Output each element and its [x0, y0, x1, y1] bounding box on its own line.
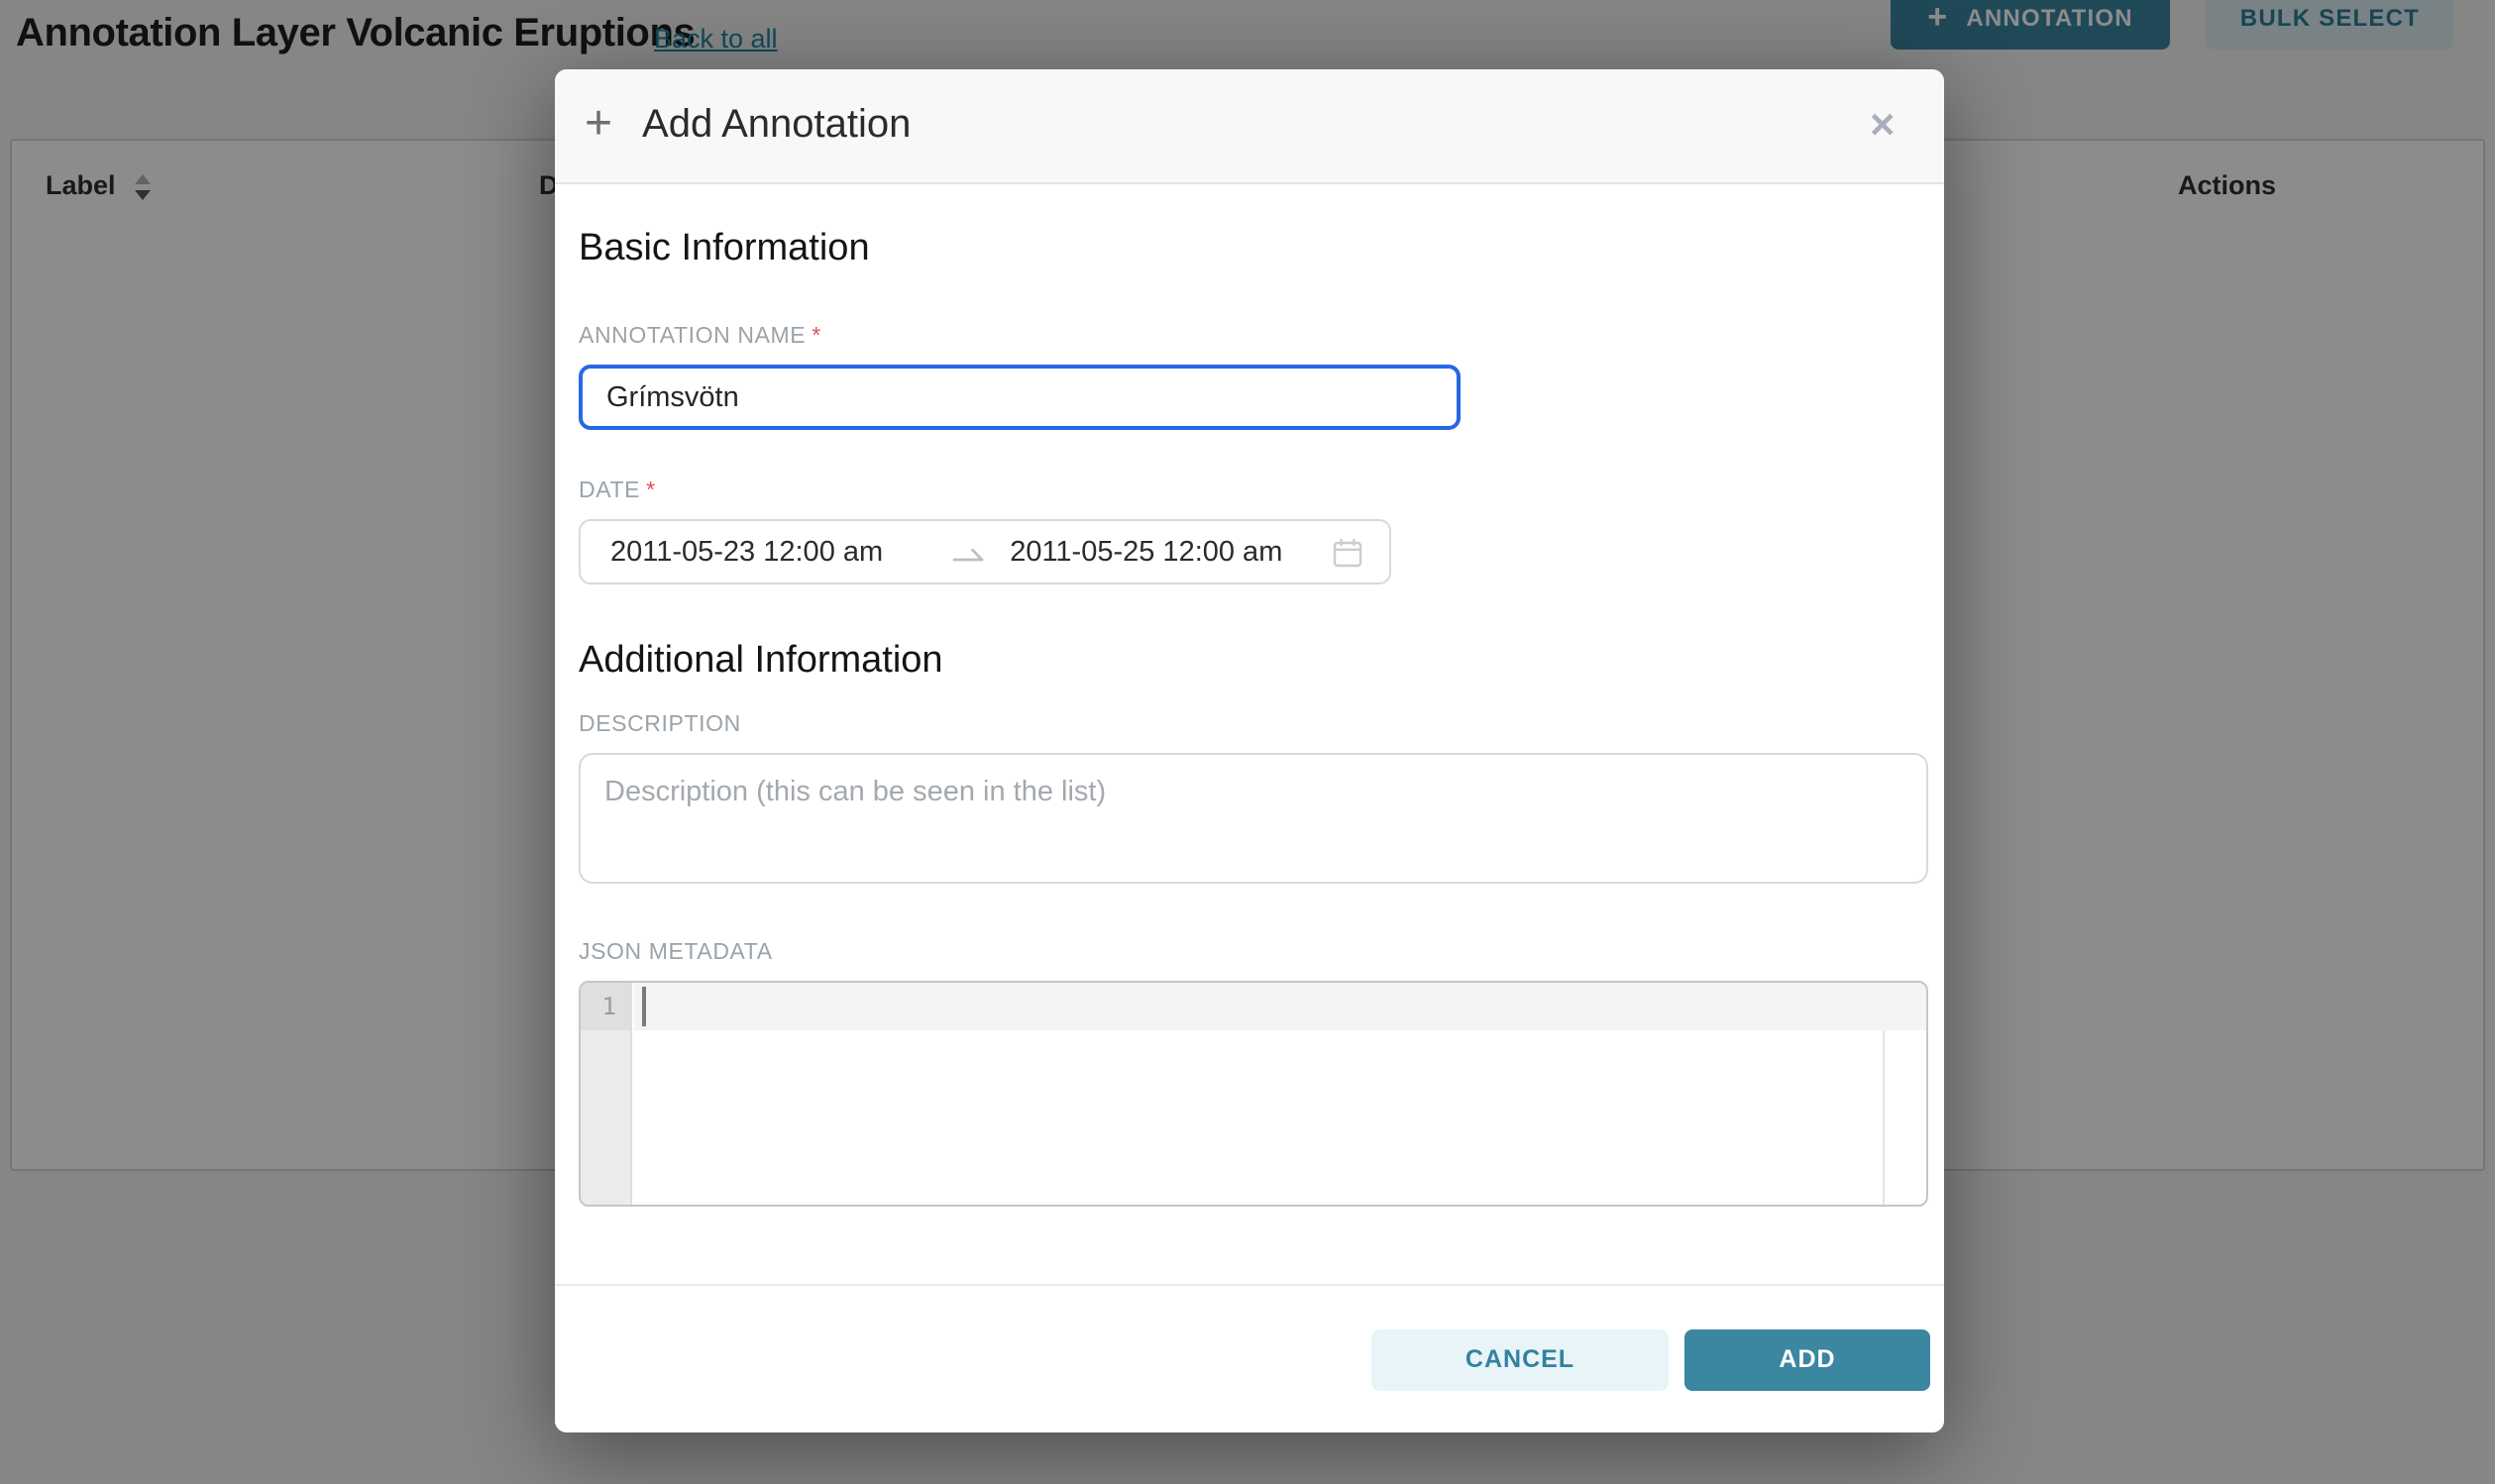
basic-information-heading: Basic Information: [579, 224, 1928, 275]
required-marker: *: [646, 479, 656, 503]
editor-active-line: [634, 983, 1926, 1030]
add-annotation-modal: + Add Annotation ✕ Basic Information ANN…: [555, 69, 1944, 1432]
annotation-name-label-text: ANNOTATION NAME: [579, 325, 806, 349]
arrow-right-icon: [950, 540, 986, 564]
date-range-picker[interactable]: 2011-05-23 12:00 am 2011-05-25 12:00 am: [579, 519, 1391, 584]
modal-title: Add Annotation: [642, 103, 911, 149]
additional-information-heading: Additional Information: [579, 636, 1928, 688]
cancel-button[interactable]: CANCEL: [1371, 1328, 1669, 1390]
date-label: DATE*: [579, 477, 1928, 507]
modal-header: + Add Annotation ✕: [555, 69, 1944, 184]
editor-print-margin: [1883, 1030, 1885, 1205]
annotation-name-label: ANNOTATION NAME*: [579, 323, 1928, 353]
date-end-value: 2011-05-25 12:00 am: [1010, 536, 1282, 568]
date-label-text: DATE: [579, 479, 640, 503]
description-textarea[interactable]: [579, 753, 1928, 884]
modal-body: Basic Information ANNOTATION NAME* DATE*…: [555, 184, 1944, 1284]
json-metadata-label: JSON METADATA: [579, 939, 1928, 969]
calendar-icon: [1332, 536, 1363, 568]
editor-gutter: 1: [581, 983, 632, 1205]
editor-line-number: 1: [581, 983, 630, 1030]
editor-cursor: [642, 987, 646, 1026]
json-metadata-editor[interactable]: 1: [579, 981, 1928, 1207]
add-button[interactable]: ADD: [1684, 1328, 1930, 1390]
annotation-name-input[interactable]: [579, 365, 1461, 430]
description-label: DESCRIPTION: [579, 711, 1928, 741]
close-icon[interactable]: ✕: [1865, 105, 1901, 147]
date-start-value: 2011-05-23 12:00 am: [610, 536, 883, 568]
plus-icon: +: [585, 100, 612, 148]
modal-footer: CANCEL ADD: [555, 1284, 1944, 1432]
required-marker: *: [812, 325, 821, 349]
